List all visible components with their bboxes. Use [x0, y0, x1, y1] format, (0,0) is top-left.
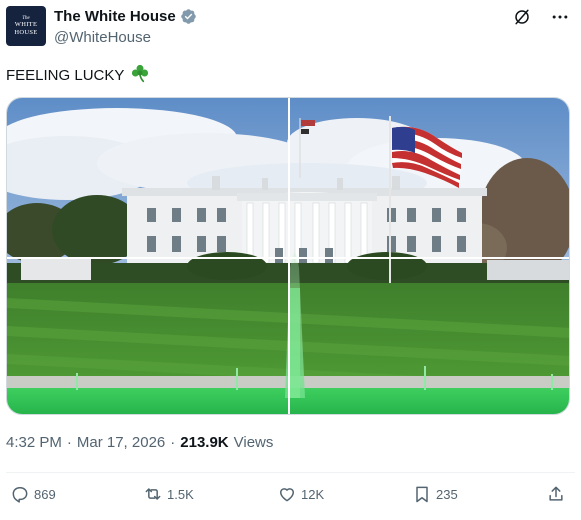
tweet-time[interactable]: 4:32 PM	[6, 434, 62, 451]
bookmark-icon	[416, 486, 428, 503]
share-icon	[549, 486, 563, 501]
top-actions	[511, 6, 571, 28]
divider	[6, 472, 575, 473]
shamrock-emoji	[130, 63, 150, 87]
like-button[interactable]: 12K	[277, 484, 324, 504]
verified-badge-icon[interactable]	[180, 8, 197, 25]
tweet-text: FEELING LUCKY	[6, 63, 150, 87]
like-count: 12K	[301, 486, 325, 502]
tweet-photo[interactable]	[6, 97, 570, 415]
repost-icon	[145, 488, 161, 500]
reply-count: 869	[34, 486, 56, 502]
avatar-logo-text: WHITE	[14, 21, 38, 28]
bookmark-count: 235	[436, 486, 458, 502]
tweet-body: FEELING LUCKY	[6, 66, 125, 84]
avatar-logo-text: HOUSE	[14, 28, 38, 36]
repost-count: 1.5K	[167, 486, 194, 502]
repost-button[interactable]: 1.5K	[143, 484, 194, 504]
grok-icon[interactable]	[511, 6, 533, 28]
reply-button[interactable]: 869	[10, 484, 56, 504]
name-row: The White House	[54, 8, 197, 25]
meta-separator: ·	[170, 434, 176, 451]
views-count: 213.9K	[180, 434, 229, 451]
more-icon[interactable]	[549, 6, 571, 28]
tweet-meta: 4:32 PM · Mar 17, 2026 · 213.9K Views	[6, 434, 273, 451]
reply-icon	[12, 487, 28, 503]
views-label: Views	[233, 434, 274, 451]
tweet-date[interactable]: Mar 17, 2026	[77, 434, 165, 451]
share-button[interactable]	[546, 484, 566, 504]
white-house-photo	[7, 98, 569, 414]
bookmark-button[interactable]: 235	[412, 484, 458, 504]
avatar[interactable]: The WHITE HOUSE	[6, 6, 46, 46]
handle[interactable]: @WhiteHouse	[54, 29, 151, 46]
action-bar: 869 1.5K 12K 235	[0, 484, 581, 508]
display-name[interactable]: The White House	[54, 8, 176, 25]
meta-separator: ·	[66, 434, 72, 451]
like-icon	[280, 488, 294, 502]
